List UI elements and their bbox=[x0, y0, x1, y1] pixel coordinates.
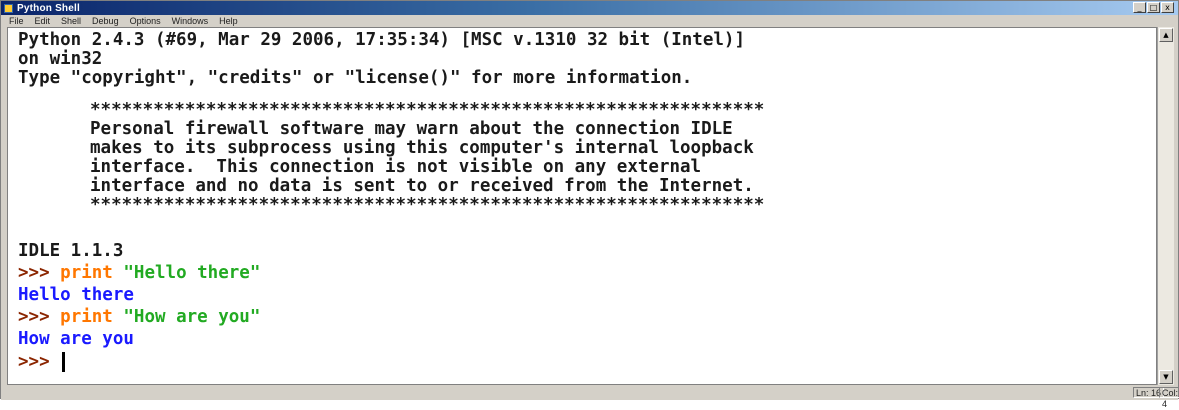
shell-text-area[interactable]: Python 2.4.3 (#69, Mar 29 2006, 17:35:34… bbox=[7, 27, 1157, 385]
python-shell-window: Python Shell _ □ x File Edit Shell Debug… bbox=[0, 0, 1179, 409]
text-cursor bbox=[62, 352, 66, 372]
shell-prompt: >>> bbox=[18, 352, 50, 372]
notice-separator: ****************************************… bbox=[90, 100, 765, 120]
maximize-button[interactable]: □ bbox=[1147, 2, 1160, 13]
input-line: >>> print "How are you" bbox=[18, 307, 260, 327]
column-number: Col: 4 bbox=[1159, 387, 1179, 409]
output-line: Hello there bbox=[18, 285, 134, 305]
arrow-up-icon[interactable]: ▲ bbox=[1159, 28, 1173, 42]
shell-prompt: >>> bbox=[18, 263, 50, 283]
string-literal: "How are you" bbox=[123, 307, 261, 327]
idle-version: IDLE 1.1.3 bbox=[18, 241, 124, 261]
menu-debug[interactable]: Debug bbox=[92, 16, 119, 26]
menu-bar: File Edit Shell Debug Options Windows He… bbox=[1, 15, 1178, 27]
minimize-button[interactable]: _ bbox=[1133, 2, 1146, 13]
title-bar[interactable]: Python Shell _ □ x bbox=[1, 1, 1178, 15]
arrow-down-icon[interactable]: ▼ bbox=[1159, 370, 1173, 384]
banner-line: Type "copyright", "credits" or "license(… bbox=[18, 68, 693, 88]
python-icon bbox=[4, 3, 13, 13]
menu-options[interactable]: Options bbox=[130, 16, 161, 26]
banner-line: Python 2.4.3 (#69, Mar 29 2006, 17:35:34… bbox=[18, 30, 745, 50]
notice-line: interface. This connection is not visibl… bbox=[90, 157, 702, 177]
notice-line: makes to its subprocess using this compu… bbox=[90, 138, 754, 158]
keyword-print: print bbox=[60, 263, 113, 283]
output-line: How are you bbox=[18, 329, 134, 349]
menu-file[interactable]: File bbox=[9, 16, 24, 26]
string-literal: "Hello there" bbox=[123, 263, 261, 283]
notice-separator: ****************************************… bbox=[90, 195, 765, 215]
menu-edit[interactable]: Edit bbox=[35, 16, 51, 26]
banner-line: on win32 bbox=[18, 49, 103, 69]
input-line: >>> print "Hello there" bbox=[18, 263, 260, 283]
notice-line: Personal firewall software may warn abou… bbox=[90, 119, 733, 139]
window-title: Python Shell bbox=[17, 2, 80, 14]
menu-help[interactable]: Help bbox=[219, 16, 238, 26]
menu-shell[interactable]: Shell bbox=[61, 16, 81, 26]
vertical-scrollbar[interactable]: ▲ ▼ bbox=[1157, 27, 1174, 385]
status-bar: Ln: 16 Col: 4 bbox=[1, 385, 1179, 409]
shell-prompt: >>> bbox=[18, 307, 50, 327]
keyword-print: print bbox=[60, 307, 113, 327]
close-button[interactable]: x bbox=[1161, 2, 1174, 13]
menu-windows[interactable]: Windows bbox=[172, 16, 209, 26]
current-input-line[interactable]: >>> bbox=[18, 352, 66, 372]
window-controls: _ □ x bbox=[1133, 2, 1174, 13]
notice-line: interface and no data is sent to or rece… bbox=[90, 176, 754, 196]
